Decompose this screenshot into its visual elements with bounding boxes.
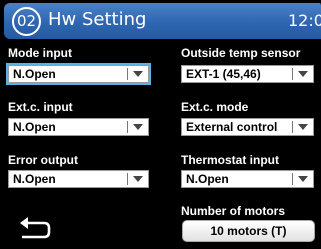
mode-input-label: Mode input [8, 46, 72, 60]
page-number-badge: 02 [12, 7, 41, 36]
chevron-down-icon [133, 124, 143, 130]
chevron-down-icon [133, 176, 143, 182]
hw-setting-screen: 02 Hw Setting 12:07 Mode input N.Open Ex… [0, 0, 321, 249]
ext-c-input-label: Ext.c. input [8, 100, 73, 114]
dropdown-separator [292, 173, 293, 185]
chevron-down-icon [298, 124, 308, 130]
header-bar: 02 Hw Setting 12:07 [4, 3, 321, 39]
dropdown-separator [127, 68, 128, 80]
error-output-dropdown[interactable]: N.Open [8, 170, 149, 188]
thermostat-input-dropdown[interactable]: N.Open [181, 170, 314, 188]
dropdown-separator [292, 121, 293, 133]
ext-c-mode-dropdown[interactable]: External control [181, 118, 314, 136]
ext-c-input-value: N.Open [13, 120, 56, 134]
ext-c-mode-label: Ext.c. mode [181, 100, 249, 114]
back-button[interactable] [18, 216, 54, 242]
chevron-down-icon [298, 176, 308, 182]
ext-c-mode-value: External control [186, 120, 278, 134]
ext-c-input-dropdown[interactable]: N.Open [8, 118, 149, 136]
error-output-value: N.Open [13, 172, 56, 186]
outside-temp-sensor-value: EXT-1 (45,46) [186, 67, 261, 81]
chevron-down-icon [133, 71, 143, 77]
back-arrow-icon [20, 217, 51, 239]
number-of-motors-button[interactable]: 10 motors (T) [182, 220, 315, 242]
number-of-motors-label: Number of motors [181, 204, 286, 218]
mode-input-dropdown[interactable]: N.Open [6, 63, 151, 85]
error-output-label: Error output [8, 153, 78, 167]
dropdown-separator [127, 173, 128, 185]
clock: 12:07 [288, 11, 321, 30]
outside-temp-sensor-dropdown[interactable]: EXT-1 (45,46) [181, 65, 314, 83]
chevron-down-icon [298, 71, 308, 77]
dropdown-separator [292, 68, 293, 80]
outside-temp-sensor-label: Outside temp sensor [181, 46, 301, 60]
thermostat-input-label: Thermostat input [181, 153, 279, 167]
page-title: Hw Setting [48, 9, 147, 30]
dropdown-separator [127, 121, 128, 133]
thermostat-input-value: N.Open [186, 172, 229, 186]
mode-input-value: N.Open [13, 67, 56, 81]
